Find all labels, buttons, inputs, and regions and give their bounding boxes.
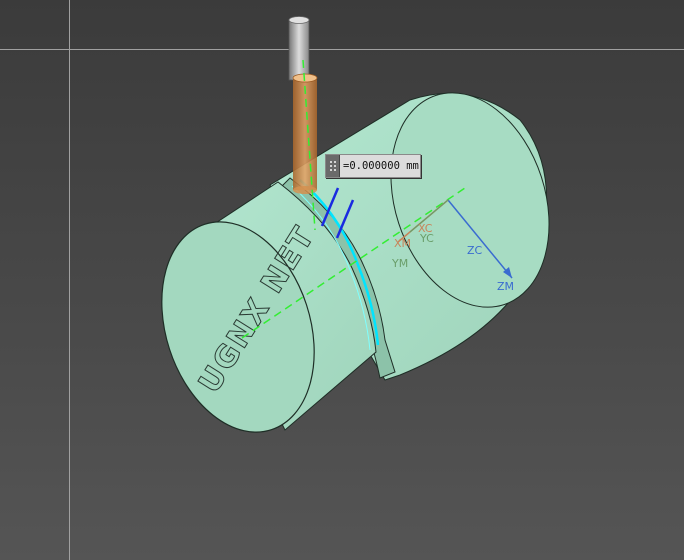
cutting-tool <box>293 78 317 190</box>
cutting-tool-tip <box>293 186 317 194</box>
xm-label: XM <box>394 237 411 250</box>
tool-holder <box>288 19 310 81</box>
zm-label: ZM <box>497 280 514 293</box>
cad-scene[interactable]: UGNX NET XC YC ZC XM YM ZM <box>0 0 684 560</box>
zc-label: ZC <box>467 244 483 257</box>
yc-label: YC <box>419 232 434 245</box>
depth-input-box[interactable]: =0.000000 mm <box>325 154 421 178</box>
ym-label: YM <box>391 257 408 270</box>
depth-value[interactable]: =0.000000 mm <box>340 160 420 172</box>
graphics-viewport[interactable]: UGNX NET XC YC ZC XM YM ZM =0.000000 mm <box>0 0 684 560</box>
drag-handle-icon[interactable] <box>326 155 340 177</box>
depth-value-unit: mm <box>406 160 419 172</box>
tool-holder-top <box>288 16 310 24</box>
depth-value-number[interactable]: =0.000000 <box>343 160 400 172</box>
